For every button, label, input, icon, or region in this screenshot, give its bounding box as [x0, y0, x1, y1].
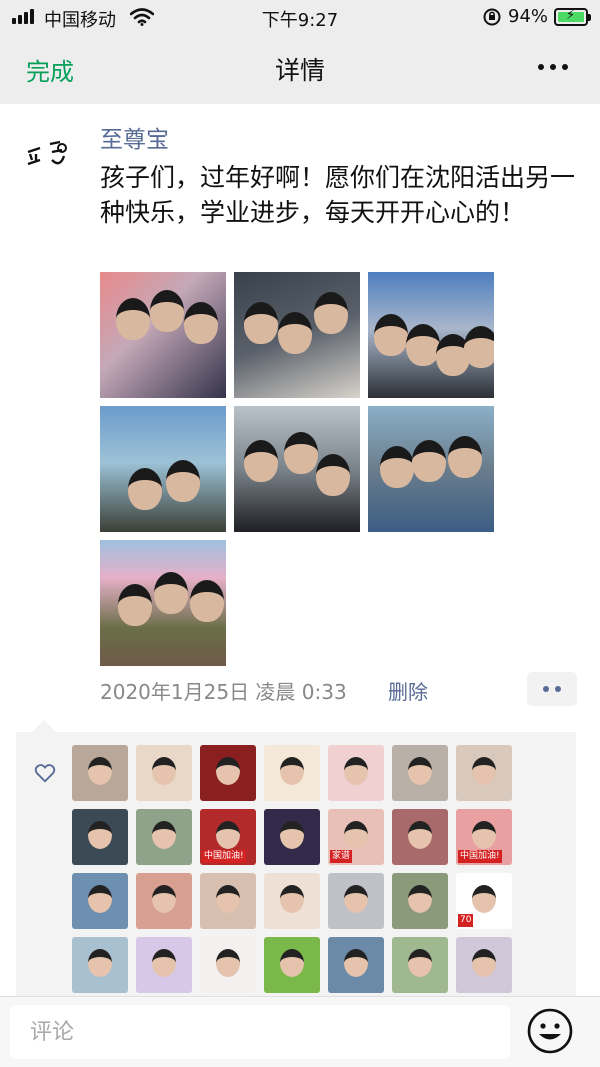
liker-avatar[interactable] [264, 745, 320, 801]
post-photo[interactable] [368, 272, 494, 398]
avatar-badge-text: 家谱 [330, 850, 353, 863]
liker-avatar[interactable] [136, 873, 192, 929]
liker-avatar[interactable] [264, 937, 320, 993]
battery-percent: 94% [508, 6, 549, 27]
liker-avatar[interactable] [392, 873, 448, 929]
more-dots-icon[interactable] [538, 64, 568, 70]
post-timestamp: 2020年1月25日 凌晨 0:33 [100, 680, 347, 704]
liker-avatar[interactable]: 70 [456, 873, 512, 929]
liker-avatar[interactable] [392, 937, 448, 993]
liker-avatar[interactable] [264, 809, 320, 865]
liker-avatar[interactable] [72, 937, 128, 993]
liker-avatar[interactable] [136, 745, 192, 801]
comment-dots-icon[interactable] [527, 672, 577, 706]
delete-link[interactable]: 删除 [388, 676, 428, 705]
liker-avatar-grid: 中国加油! 家谱 中国加油! 70 [72, 745, 512, 993]
emoji-icon[interactable] [526, 1007, 574, 1055]
post-photo[interactable] [368, 406, 494, 532]
liker-avatar[interactable] [328, 745, 384, 801]
liker-avatar[interactable] [392, 809, 448, 865]
likes-panel-arrow [32, 720, 56, 732]
photo-grid [100, 272, 494, 666]
liker-avatar[interactable] [392, 745, 448, 801]
author-avatar[interactable] [22, 124, 82, 184]
liker-avatar[interactable] [264, 873, 320, 929]
comment-input[interactable] [10, 1005, 510, 1059]
liker-avatar[interactable] [72, 745, 128, 801]
liker-avatar[interactable] [456, 745, 512, 801]
post-photo[interactable] [100, 272, 226, 398]
liker-avatar[interactable]: 中国加油! [456, 809, 512, 865]
liker-avatar[interactable] [200, 873, 256, 929]
avatar-badge-text: 70 [458, 914, 474, 927]
battery-icon: ⚡ [554, 8, 591, 26]
post-text: 孩子们，过年好啊！愿你们在沈阳活出另一种快乐，学业进步，每天开开心心的！ [100, 163, 576, 227]
liker-avatar[interactable] [136, 937, 192, 993]
liker-avatar[interactable] [328, 937, 384, 993]
comment-bar [0, 996, 600, 1067]
liker-avatar[interactable] [72, 873, 128, 929]
nav-bar: 完成 详情 [0, 34, 600, 104]
liker-avatar[interactable] [72, 809, 128, 865]
page-title: 详情 [274, 56, 325, 85]
post-photo[interactable] [234, 272, 360, 398]
liker-avatar[interactable] [136, 809, 192, 865]
author-name[interactable]: 至尊宝 [100, 120, 169, 154]
liker-avatar[interactable]: 家谱 [328, 809, 384, 865]
liker-avatar[interactable] [456, 937, 512, 993]
post-photo[interactable] [100, 406, 226, 532]
liker-avatar[interactable] [200, 937, 256, 993]
liker-avatar[interactable] [200, 745, 256, 801]
orientation-lock-icon [483, 8, 501, 26]
heart-icon [34, 764, 56, 783]
post-photo[interactable] [100, 540, 226, 666]
liker-avatar[interactable] [328, 873, 384, 929]
avatar-badge-text: 中国加油! [202, 850, 246, 863]
avatar-badge-text: 中国加油! [458, 850, 502, 863]
status-bar: 中国移动 下午9:27 94% ⚡ [0, 0, 600, 34]
post-photo[interactable] [234, 406, 360, 532]
liker-avatar[interactable]: 中国加油! [200, 809, 256, 865]
